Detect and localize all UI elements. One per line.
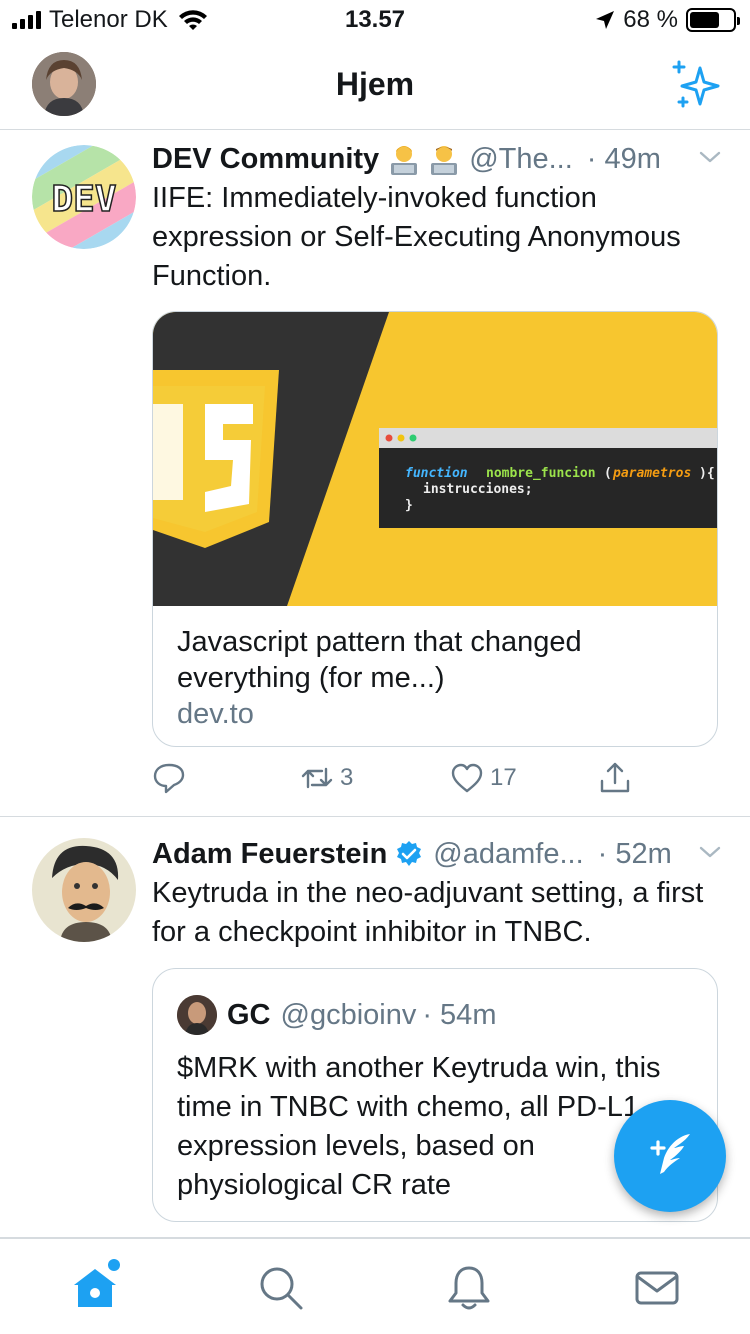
share-icon [600,762,630,793]
js-logo-letter [205,404,253,512]
chevron-down-icon[interactable] [698,145,722,169]
tweet-header: DEV Community @The... · 49m [152,139,722,179]
battery-fill [690,12,719,28]
svg-text:(: ( [604,466,612,481]
author-handle[interactable]: @adamfe... [433,838,583,871]
tab-search[interactable] [256,1263,306,1313]
battery-icon [686,8,740,32]
tweet-header: Adam Feuerstein @adamfe... · 52m [152,834,722,874]
code-window-titlebar [379,428,717,448]
new-content-dot [108,1259,120,1271]
code-keyword: function [405,466,468,481]
tweet-actions: 3 17 [152,761,722,801]
dev-logo-avatar: DEV [32,145,136,249]
tab-messages[interactable] [632,1263,682,1313]
tweet-text: IIFE: Immediately-invoked function expre… [152,182,681,292]
code-function-name: nombre_funcion [486,466,596,481]
author-handle[interactable]: @The... [469,143,573,176]
like-count: 17 [490,764,517,791]
tweet-time: · 49m [586,142,661,175]
tweet-dev-community[interactable]: DEV DEV Community @The... · 49m IIFE: Im… [0,131,750,817]
dev-logo-text: DEV [51,179,116,220]
author-name[interactable]: DEV Community [152,143,379,176]
notifications-icon [448,1266,490,1310]
tweet-time: · 52m [597,837,672,870]
adam-avatar-image [32,838,136,942]
svg-text:}: } [405,498,413,513]
technologist-emoji-icon [429,143,459,175]
tweet-text: Keytruda in the neo-adjuvant setting, a … [152,877,704,948]
search-icon [260,1267,303,1310]
share-button[interactable] [598,761,632,795]
code-params: parametros [612,466,691,481]
tweet-avatar[interactable]: DEV [32,145,136,249]
like-icon [451,763,483,793]
card-domain: dev.to [177,698,254,730]
quoted-author-handle[interactable]: @gcbioinv [281,999,417,1032]
top-navigation-bar: Hjem [0,44,750,130]
like-button[interactable]: 17 [450,761,517,795]
code-body: instrucciones; [423,482,533,497]
bottom-tab-bar [0,1238,750,1334]
quoted-avatar[interactable] [177,995,217,1035]
page-title: Hjem [335,66,415,102]
card-image: function nombre_funcion ( parametros ){ … [153,312,717,606]
location-arrow-icon [596,11,615,29]
compose-tweet-button[interactable] [614,1100,726,1212]
chevron-down-icon[interactable] [698,840,722,864]
retweet-count: 3 [340,764,354,791]
status-right: 68 % [595,6,740,34]
tab-notifications[interactable] [444,1263,494,1313]
messages-icon [635,1271,679,1305]
link-card[interactable]: function nombre_funcion ( parametros ){ … [152,311,718,747]
card-title[interactable]: Javascript pattern that changed everythi… [177,624,697,696]
reply-button[interactable] [152,761,186,795]
author-name[interactable]: Adam Feuerstein [152,838,387,871]
technologist-emoji-icon [389,143,419,175]
quoted-author-name[interactable]: GC [227,999,271,1032]
reply-icon [153,763,185,794]
quoted-tweet-header: GC @gcbioinv · 54m [177,995,496,1035]
retweet-icon [301,767,333,789]
verified-badge-icon [397,841,422,866]
quoted-tweet-text: $MRK with another Keytruda win, this tim… [177,1052,661,1201]
svg-text:){: ){ [699,466,715,481]
status-bar: Telenor DK 13.57 68 % [0,0,750,40]
tab-home[interactable] [70,1259,120,1313]
sparkle-icon[interactable] [670,58,722,110]
tweet-avatar[interactable] [32,838,136,942]
retweet-button[interactable]: 3 [300,761,353,795]
battery-percent: 68 % [623,6,678,33]
compose-icon [650,1134,690,1174]
quoted-tweet-time: · 54m [422,998,497,1031]
